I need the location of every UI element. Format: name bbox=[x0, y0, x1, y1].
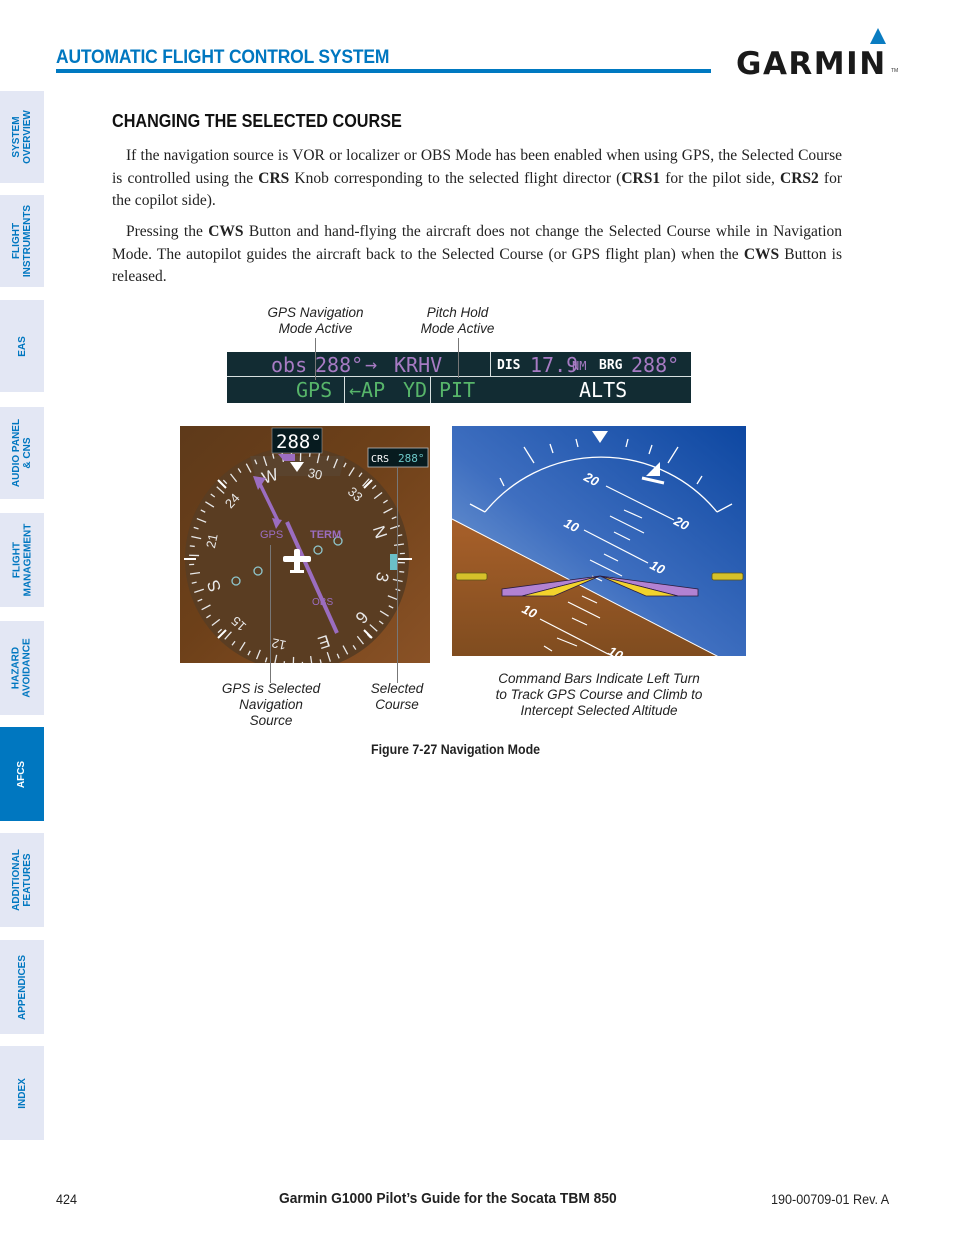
figure-caption: Figure 7-27 Navigation Mode bbox=[371, 742, 541, 757]
leader-line bbox=[458, 338, 459, 378]
tab-appendices[interactable]: APPENDICES bbox=[0, 940, 44, 1034]
aircraft-wing-left bbox=[455, 572, 488, 581]
leader-line bbox=[397, 467, 398, 683]
compass-tick bbox=[189, 545, 195, 548]
page-number: 424 bbox=[56, 1191, 78, 1207]
callout-pitch-hold: Pitch Hold Mode Active bbox=[420, 305, 495, 336]
logo-trademark: TM bbox=[891, 68, 899, 74]
chapter-title: AUTOMATIC FLIGHT CONTROL SYSTEM bbox=[56, 47, 390, 68]
text: Pressing the bbox=[126, 223, 209, 240]
brg-value: 288° bbox=[631, 353, 680, 377]
leader-line bbox=[270, 545, 271, 683]
ap-status: ←AP bbox=[349, 378, 386, 402]
tab-flight-management[interactable]: FLIGHT MANAGEMENT bbox=[0, 513, 44, 607]
yd-status: YD bbox=[403, 378, 428, 402]
crs-label: CRS bbox=[371, 454, 389, 465]
tab-eas[interactable]: EAS bbox=[0, 300, 44, 392]
tab-afcs[interactable]: AFCS bbox=[0, 727, 44, 821]
tab-label: INDEX bbox=[16, 1077, 28, 1109]
tab-audio-panel-cns[interactable]: AUDIO PANEL & CNS bbox=[0, 407, 44, 499]
bold-term: CRS1 bbox=[621, 169, 661, 187]
garmin-logo: GARMIN TM bbox=[736, 26, 899, 82]
divider bbox=[430, 377, 431, 403]
header-rule bbox=[56, 69, 711, 73]
compass-label: 21 bbox=[203, 532, 221, 549]
nav-source-label: GPS bbox=[260, 529, 283, 541]
pfd-status-bar: obs 288° → KRHV DIS 17.9 NM BRG 288° GPS… bbox=[227, 352, 691, 403]
divider bbox=[490, 352, 491, 377]
nav-mode: obs bbox=[271, 353, 308, 377]
tab-label: FLIGHT MANAGEMENT bbox=[11, 523, 33, 597]
aircraft-wing-right bbox=[711, 572, 744, 581]
obs-label: OBS bbox=[312, 597, 333, 608]
tab-label: EAS bbox=[16, 335, 28, 357]
hsi-display: N 3 6 E 12 15 S 21 24 W 30 33 GPS TERM OBS bbox=[180, 426, 430, 663]
dis-value: 17.9 bbox=[530, 353, 579, 377]
tab-flight-instruments[interactable]: FLIGHT INSTRUMENTS bbox=[0, 195, 44, 287]
paragraph-1: If the navigation source is VOR or local… bbox=[112, 145, 842, 213]
brg-label: BRG bbox=[599, 358, 623, 373]
tab-label: AUDIO PANEL & CNS bbox=[11, 418, 33, 488]
nav-waypoint: KRHV bbox=[394, 353, 443, 377]
crs-value: 288° bbox=[398, 452, 425, 465]
tab-additional-features[interactable]: ADDITIONAL FEATURES bbox=[0, 833, 44, 927]
flight-phase-label: TERM bbox=[310, 529, 341, 541]
logo-triangle-icon bbox=[870, 28, 886, 44]
hsi-graphic: N36E1215S2124W 3033 GPS TERM OBS 288° CR… bbox=[184, 427, 429, 663]
dis-label: DIS bbox=[497, 358, 521, 373]
compass-tick bbox=[399, 570, 405, 573]
tab-label: SYSTEM OVERVIEW bbox=[11, 110, 33, 164]
callout-command-bars: Command Bars Indicate Left Turn to Track… bbox=[495, 671, 703, 718]
tab-label: AFCS bbox=[16, 760, 28, 788]
callout-gps-nav-mode: GPS Navigation Mode Active bbox=[267, 305, 364, 336]
compass-tick bbox=[283, 661, 286, 663]
text: Knob corresponding to the selected fligh… bbox=[289, 169, 622, 187]
heading-readout: 288° bbox=[276, 431, 322, 453]
tab-index[interactable]: INDEX bbox=[0, 1046, 44, 1140]
callout-gps-source: GPS is Selected Navigation Source bbox=[221, 681, 321, 728]
vertical-mode: PIT bbox=[439, 378, 476, 402]
lateral-mode: GPS bbox=[296, 378, 333, 402]
tab-system-overview[interactable]: SYSTEM OVERVIEW bbox=[0, 91, 44, 183]
logo-text: GARMIN bbox=[736, 46, 887, 82]
divider bbox=[344, 377, 345, 403]
tab-label: APPENDICES bbox=[16, 954, 28, 1020]
bold-term: CRS bbox=[258, 169, 290, 187]
dis-unit: NM bbox=[572, 359, 587, 373]
section-heading: CHANGING THE SELECTED COURSE bbox=[112, 111, 402, 131]
adi-graphic: 20 20 10 10 10 10 bbox=[452, 426, 746, 656]
tab-label: ADDITIONAL FEATURES bbox=[11, 849, 34, 911]
compass-label: 30 bbox=[306, 465, 323, 483]
nav-course: 288° bbox=[315, 353, 364, 377]
attitude-indicator: 20 20 10 10 10 10 bbox=[452, 426, 746, 656]
document-number: 190-00709-01 Rev. A bbox=[771, 1191, 890, 1207]
leader-line bbox=[315, 338, 316, 380]
compass-label: 12 bbox=[270, 635, 287, 653]
footer-title: Garmin G1000 Pilot’s Guide for the Socat… bbox=[279, 1190, 617, 1207]
text: for the pilot side, bbox=[660, 169, 781, 187]
tab-hazard-avoidance[interactable]: HAZARD AVOIDANCE bbox=[0, 621, 44, 715]
paragraph-2: Pressing the CWS Button and hand-flying … bbox=[112, 221, 842, 289]
bold-term: CWS bbox=[743, 245, 780, 263]
armed-vertical-mode: ALTS bbox=[579, 378, 628, 402]
tab-label: FLIGHT INSTRUMENTS bbox=[11, 204, 34, 278]
tab-label: HAZARD AVOIDANCE bbox=[11, 638, 34, 698]
bold-term: CRS2 bbox=[780, 169, 819, 187]
bold-term: CWS bbox=[208, 223, 244, 240]
callout-selected-course: Selected Course bbox=[370, 681, 424, 712]
arrow-right-icon: → bbox=[365, 352, 378, 376]
